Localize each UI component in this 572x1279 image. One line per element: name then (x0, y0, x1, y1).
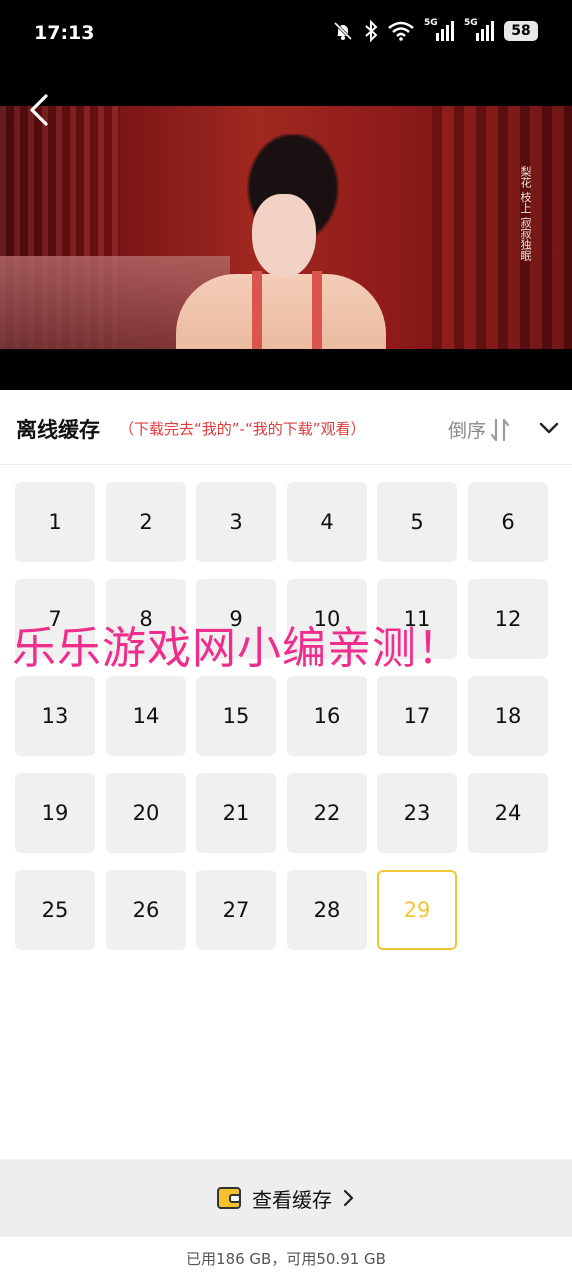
episode-24-button[interactable]: 24 (468, 773, 548, 853)
download-hint: （下载完去“我的”-“我的下载”观看） (119, 420, 366, 438)
storage-info: 已用186 GB，可用50.91 GB (186, 1250, 386, 1268)
episode-25-button[interactable]: 25 (15, 870, 95, 950)
episode-3-button[interactable]: 3 (196, 482, 276, 562)
video-figure (252, 271, 322, 349)
back-arrow-icon (30, 94, 48, 126)
episode-12-button[interactable]: 12 (468, 579, 548, 659)
episode-22-button[interactable]: 22 (287, 773, 367, 853)
episode-14-button[interactable]: 14 (106, 676, 186, 756)
episode-18-button[interactable]: 18 (468, 676, 548, 756)
collapse-button[interactable] (538, 416, 560, 440)
episode-20-button[interactable]: 20 (106, 773, 186, 853)
cache-header: 离线缓存 （下载完去“我的”-“我的下载”观看） 倒序 (0, 390, 572, 465)
page-title: 离线缓存 (16, 418, 100, 442)
episode-5-button[interactable]: 5 (377, 482, 457, 562)
video-caption: 梨花 枝上 寂寂独眠 (519, 166, 532, 261)
wifi-icon (388, 21, 414, 41)
episode-4-button[interactable]: 4 (287, 482, 367, 562)
episode-29-button[interactable]: 29 (377, 870, 457, 950)
episode-16-button[interactable]: 16 (287, 676, 367, 756)
episode-19-button[interactable]: 19 (15, 773, 95, 853)
chevron-right-icon (343, 1189, 354, 1207)
view-cache-button[interactable]: 查看缓存 (0, 1159, 572, 1237)
watermark-text: 乐乐游戏网小编亲测！ (12, 623, 462, 674)
video-player[interactable]: 梨花 枝上 寂寂独眠 (0, 106, 572, 349)
episode-23-button[interactable]: 23 (377, 773, 457, 853)
episode-26-button[interactable]: 26 (106, 870, 186, 950)
video-scene (432, 106, 572, 349)
episode-15-button[interactable]: 15 (196, 676, 276, 756)
back-button[interactable] (26, 92, 56, 132)
episode-6-button[interactable]: 6 (468, 482, 548, 562)
signal-icon: 5G (464, 18, 494, 42)
signal-icon: 5G (424, 18, 454, 42)
episode-28-button[interactable]: 28 (287, 870, 367, 950)
chevron-down-icon (539, 422, 559, 434)
episode-1-button[interactable]: 1 (15, 482, 95, 562)
episode-21-button[interactable]: 21 (196, 773, 276, 853)
clock: 17:13 (34, 22, 95, 44)
wallet-icon (217, 1187, 241, 1209)
video-figure (252, 194, 316, 278)
episode-17-button[interactable]: 17 (377, 676, 457, 756)
video-bottom-band (0, 349, 572, 390)
view-cache-label: 查看缓存 (252, 1187, 332, 1212)
status-bar: 17:13 5G 5G 58 (0, 0, 572, 106)
status-icons: 5G 5G 58 (332, 18, 538, 42)
episode-13-button[interactable]: 13 (15, 676, 95, 756)
episode-2-button[interactable]: 2 (106, 482, 186, 562)
bluetooth-icon (365, 20, 378, 42)
battery-icon: 58 (504, 21, 538, 41)
sort-label: 倒序 (448, 420, 487, 442)
sort-button[interactable]: 倒序 (448, 416, 510, 443)
sort-arrows-icon (490, 418, 510, 441)
mute-bell-icon (333, 21, 353, 41)
episode-27-button[interactable]: 27 (196, 870, 276, 950)
